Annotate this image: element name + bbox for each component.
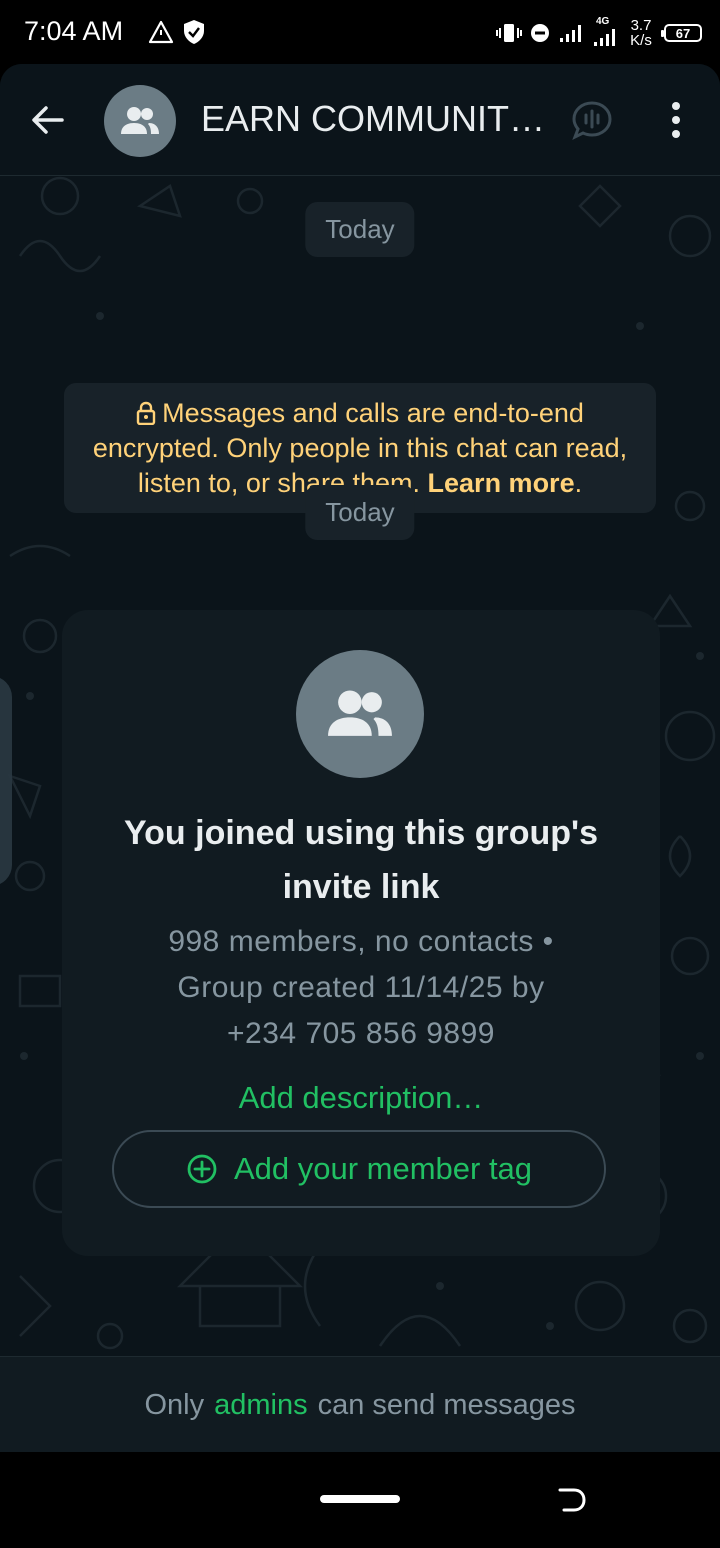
dnd-icon	[531, 24, 549, 42]
status-bar: 7:04 AM 4G 3.7 K/s 67	[0, 0, 720, 64]
admins-only-footer: Only admins can send messages	[0, 1356, 720, 1452]
date-chip: Today	[305, 202, 415, 257]
more-options-icon[interactable]	[660, 100, 692, 140]
voice-chat-icon[interactable]	[570, 99, 614, 143]
alert-triangle-icon	[148, 20, 174, 44]
admins-link[interactable]: admins	[214, 1389, 308, 1422]
battery-icon: 67	[661, 24, 702, 42]
group-info-card: You joined using this group's invite lin…	[62, 610, 660, 1256]
group-avatar[interactable]	[104, 85, 176, 157]
created-line: Group created 11/14/25 by	[177, 971, 545, 1004]
back-gesture-icon[interactable]	[556, 1484, 588, 1516]
add-member-tag-label: Add your member tag	[233, 1151, 533, 1186]
date-chip: Today	[305, 485, 415, 540]
chat-screen: EARN COMMUNIT… Today Messages and calls …	[0, 64, 720, 1452]
add-circle-icon	[187, 1154, 217, 1184]
status-time: 7:04 AM	[24, 16, 124, 46]
chat-header: EARN COMMUNIT…	[0, 64, 720, 176]
add-description-link[interactable]: Add description…	[82, 1080, 640, 1116]
creator-number[interactable]: +234 705 856 9899	[82, 1011, 640, 1057]
add-member-tag-button[interactable]: Add your member tag	[112, 1130, 606, 1208]
group-avatar-icon	[121, 107, 159, 134]
chat-title[interactable]: EARN COMMUNIT…	[201, 98, 551, 140]
lock-icon	[136, 401, 156, 426]
network-speed: 3.7 K/s	[630, 17, 652, 49]
group-meta: 998 members, no contacts • Group created…	[82, 919, 640, 1057]
joined-message: You joined using this group's invite lin…	[124, 814, 598, 906]
system-nav-bar	[0, 1452, 720, 1548]
signal-4g-icon: 4G	[592, 16, 618, 48]
home-gesture-pill[interactable]	[320, 1495, 400, 1503]
back-arrow-icon[interactable]	[28, 100, 68, 140]
learn-more-link[interactable]: Learn more	[428, 468, 575, 498]
signal-icon	[560, 25, 581, 42]
vibrate-icon	[496, 24, 522, 42]
chat-wallpaper: Today Messages and calls are end-to-end …	[0, 176, 720, 1356]
partial-bubble	[0, 676, 12, 886]
shield-check-icon	[184, 20, 204, 44]
members-line: 998 members, no contacts •	[168, 925, 554, 958]
group-avatar-icon	[328, 690, 392, 736]
group-avatar-large[interactable]	[296, 650, 424, 778]
